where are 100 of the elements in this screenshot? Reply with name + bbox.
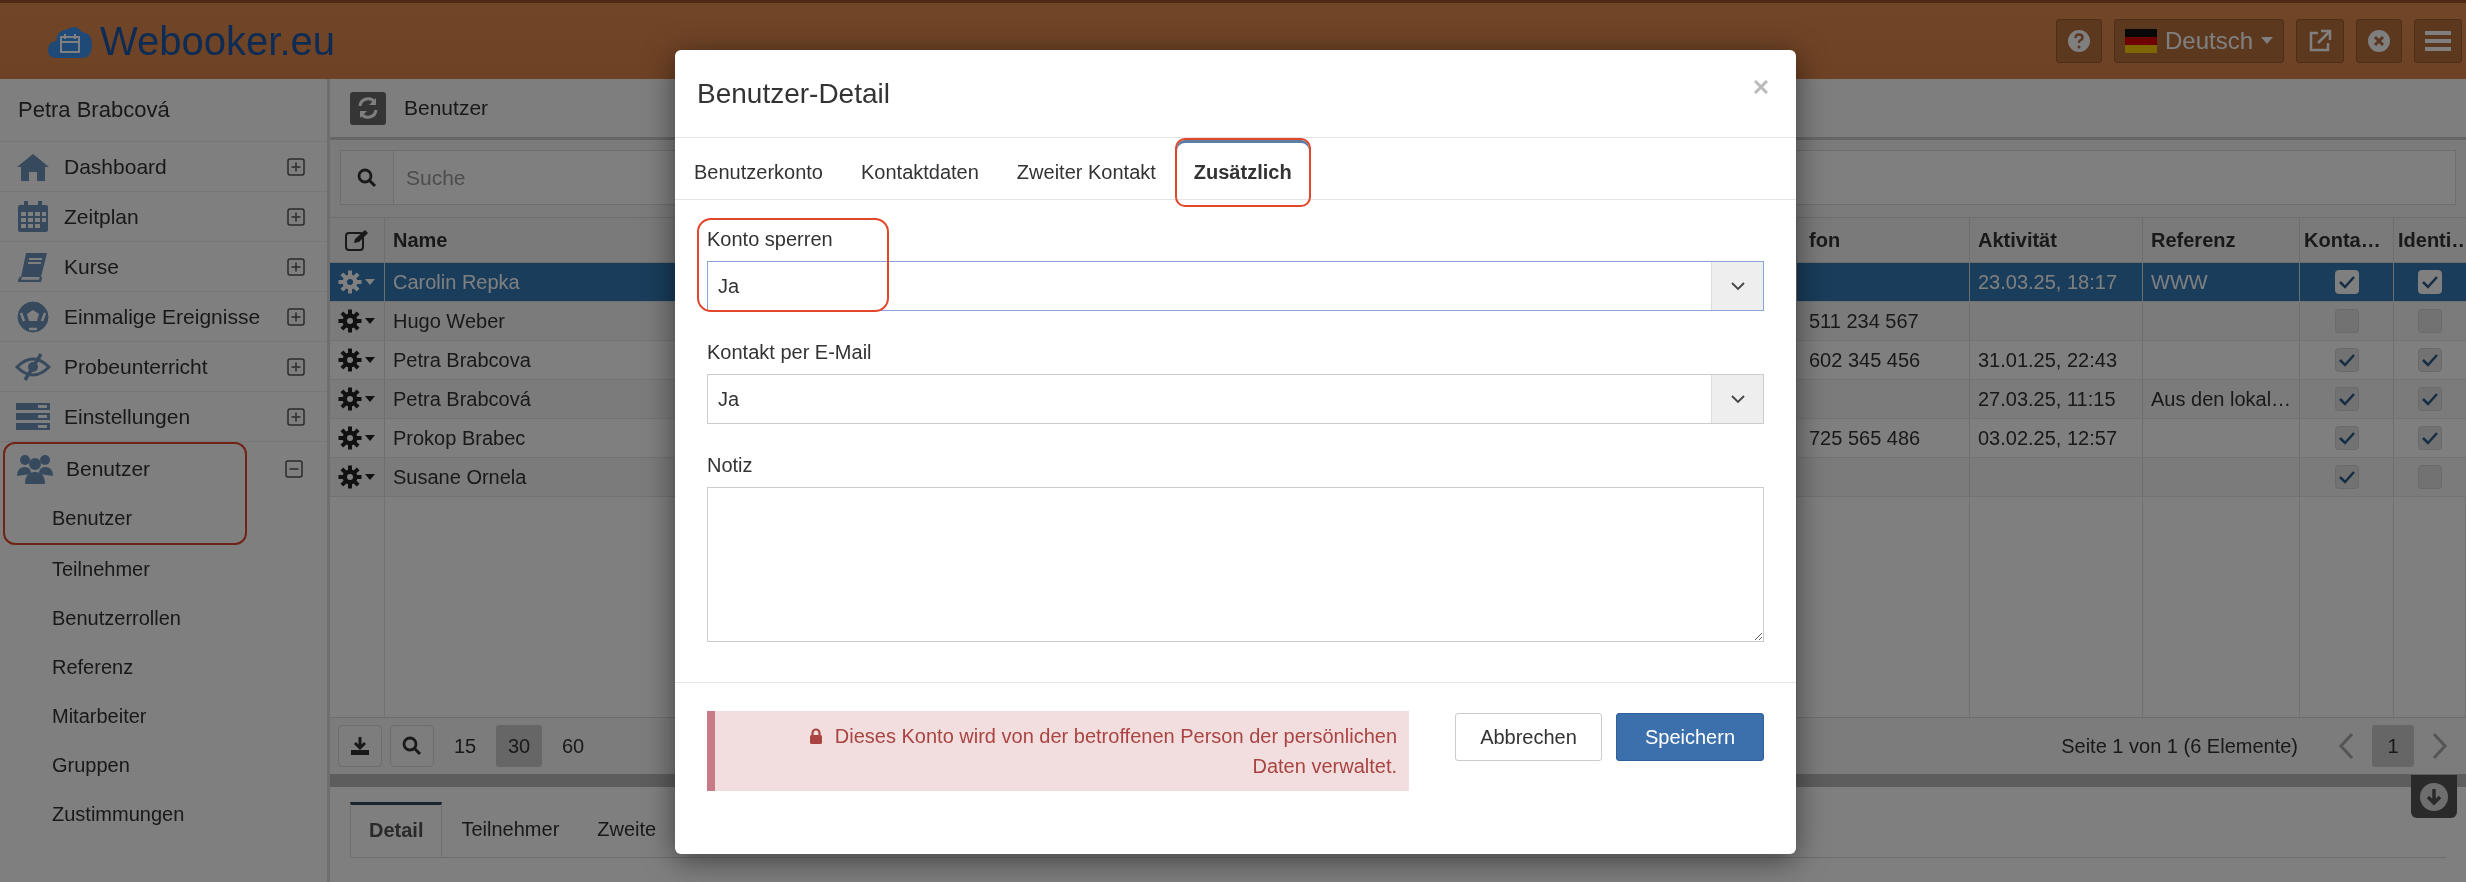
eye-slash-icon bbox=[15, 352, 51, 381]
chevron-down-icon bbox=[1730, 394, 1745, 404]
table-cell: 03.02.25, 12:57 bbox=[1978, 426, 2117, 450]
tab[interactable]: Zweite bbox=[578, 802, 676, 857]
nav-item[interactable]: Benutzer bbox=[5, 444, 245, 494]
scroll-down-button[interactable] bbox=[2411, 775, 2457, 818]
column-header[interactable]: Identi… bbox=[2394, 218, 2466, 262]
gear-menu-icon[interactable] bbox=[338, 309, 376, 333]
nav-subitem[interactable]: Mitarbeiter bbox=[0, 692, 327, 741]
collapse-icon[interactable] bbox=[285, 460, 303, 478]
note-field[interactable] bbox=[707, 487, 1764, 642]
caret-icon bbox=[2261, 37, 2273, 45]
expand-icon[interactable] bbox=[287, 307, 305, 326]
close-button[interactable] bbox=[2356, 19, 2402, 63]
checkbox[interactable] bbox=[2334, 426, 2359, 450]
home-icon bbox=[16, 151, 50, 182]
gear-menu-icon[interactable] bbox=[338, 270, 376, 294]
tab[interactable]: Detail bbox=[350, 802, 443, 857]
ball-icon bbox=[17, 300, 49, 333]
expand-icon[interactable] bbox=[287, 407, 305, 426]
user-name: Petra Brabcová bbox=[0, 79, 327, 142]
save-button[interactable]: Speichern bbox=[1616, 713, 1764, 761]
nav-subitem[interactable]: Benutzerrollen bbox=[0, 594, 327, 643]
page-size-button[interactable]: 15 bbox=[442, 725, 488, 767]
arrow-down-icon bbox=[2419, 781, 2449, 812]
page-size-button[interactable]: 30 bbox=[496, 725, 542, 767]
nav-item[interactable]: Einstellungen bbox=[0, 392, 327, 442]
column-header[interactable]: Aktivität bbox=[1970, 218, 2143, 262]
field-label: Konto sperren bbox=[707, 228, 834, 251]
lock-icon bbox=[808, 728, 823, 744]
column-header[interactable]: fon bbox=[1797, 218, 1970, 262]
expand-icon[interactable] bbox=[287, 257, 305, 276]
alert-text: Dieses Konto wird von der betroffenen Person der persönlichen Daten verwaltet. bbox=[808, 725, 1397, 777]
close-icon[interactable] bbox=[1754, 80, 1768, 94]
checkbox[interactable] bbox=[2334, 348, 2359, 372]
download-button[interactable] bbox=[338, 725, 382, 767]
tab[interactable]: Teilnehmer bbox=[442, 802, 579, 857]
expand-icon[interactable] bbox=[287, 207, 305, 226]
table-cell: Aus den lokal… bbox=[2151, 387, 2292, 411]
nav-item[interactable]: Dashboard bbox=[0, 142, 327, 192]
book-icon bbox=[18, 251, 48, 282]
gear-menu-icon[interactable] bbox=[338, 426, 376, 450]
search-button[interactable] bbox=[390, 725, 434, 767]
page-size-button[interactable]: 60 bbox=[550, 725, 596, 767]
logo-text: Webooker.eu bbox=[100, 18, 335, 64]
users-icon bbox=[17, 454, 53, 484]
nav-subitem[interactable]: Benutzer bbox=[5, 494, 245, 543]
nav-item[interactable]: Zeitplan bbox=[0, 192, 327, 242]
select-field[interactable]: Ja bbox=[707, 374, 1764, 424]
nav-item[interactable]: Einmalige Ereignisse bbox=[0, 292, 327, 342]
nav-subitem[interactable]: Referenz bbox=[0, 643, 327, 692]
table-cell: 511 234 567 bbox=[1809, 309, 1919, 333]
page-status: Seite 1 von 1 (6 Elemente) bbox=[2061, 734, 2298, 758]
nav-item[interactable]: Probeunterricht bbox=[0, 342, 327, 392]
download-icon bbox=[350, 736, 370, 756]
help-button[interactable] bbox=[2055, 19, 2102, 63]
page-button[interactable]: 1 bbox=[2372, 725, 2414, 767]
checkbox[interactable] bbox=[2418, 426, 2442, 450]
language-dropdown[interactable]: Deutsch bbox=[2113, 19, 2284, 63]
gear-menu-icon[interactable] bbox=[338, 348, 376, 372]
column-header[interactable]: Referenz bbox=[2143, 218, 2300, 262]
table-cell: 27.03.25, 11:15 bbox=[1978, 387, 2116, 411]
calendar-icon bbox=[17, 200, 49, 233]
tab[interactable]: Zusätzlich bbox=[1174, 138, 1311, 207]
dialog-title: Benutzer-Detail bbox=[697, 78, 890, 110]
search-icon bbox=[357, 167, 377, 188]
close-icon bbox=[2367, 29, 2391, 53]
gear-menu-icon[interactable] bbox=[338, 387, 376, 411]
gear-menu-icon[interactable] bbox=[338, 465, 376, 489]
external-link-button[interactable] bbox=[2296, 19, 2344, 63]
refresh-button[interactable] bbox=[350, 91, 386, 125]
page-title: Benutzer bbox=[404, 96, 489, 120]
checkbox[interactable] bbox=[2418, 348, 2442, 372]
expand-icon[interactable] bbox=[287, 157, 305, 176]
nav-item[interactable]: Kurse bbox=[0, 242, 327, 292]
external-link-icon bbox=[2307, 28, 2333, 54]
table-cell: 31.01.25, 22:43 bbox=[1978, 348, 2117, 372]
table-cell: WWW bbox=[2151, 270, 2208, 294]
expand-icon[interactable] bbox=[287, 357, 305, 376]
table-cell: 725 565 486 bbox=[1809, 426, 1921, 450]
table-cell: 23.03.25, 18:17 bbox=[1978, 270, 2117, 294]
checkbox[interactable] bbox=[2334, 465, 2359, 489]
tab[interactable]: Benutzerkonto bbox=[675, 138, 842, 207]
checkbox[interactable] bbox=[2334, 387, 2359, 411]
nav-subitem[interactable]: Zustimmungen bbox=[0, 790, 327, 839]
next-page-icon[interactable] bbox=[2432, 732, 2448, 760]
nav-subitem[interactable]: Gruppen bbox=[0, 741, 327, 790]
select-field[interactable]: Ja bbox=[707, 261, 1764, 311]
checkbox[interactable] bbox=[2418, 387, 2442, 411]
menu-button[interactable] bbox=[2414, 19, 2462, 63]
previous-page-icon[interactable] bbox=[2338, 732, 2354, 760]
search-icon bbox=[402, 736, 422, 756]
tab[interactable]: Kontaktdaten bbox=[842, 138, 998, 207]
tab[interactable]: Zweiter Kontakt bbox=[997, 138, 1175, 207]
column-header[interactable]: Konta… bbox=[2300, 218, 2394, 262]
field-label: Kontakt per E-Mail bbox=[707, 341, 873, 364]
nav-subitem[interactable]: Teilnehmer bbox=[0, 545, 327, 594]
table-cell: 602 345 456 bbox=[1809, 348, 1921, 372]
chevron-down-icon bbox=[1730, 281, 1745, 291]
cancel-button[interactable]: Abbrechen bbox=[1455, 713, 1602, 761]
